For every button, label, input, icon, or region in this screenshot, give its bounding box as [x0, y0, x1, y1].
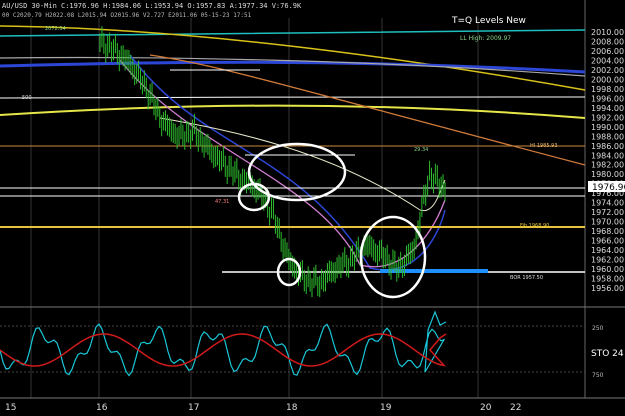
label-4731: 47.31: [215, 199, 229, 205]
price-axis-label: 2004.00: [591, 56, 624, 65]
price-axis-label: 1994.00: [591, 104, 624, 113]
header-line2: 00 C2020.79 H2022.08 L2015.94 O2015.96 V…: [2, 12, 252, 19]
x-axis-label: 20: [480, 403, 492, 413]
x-axis-label: 17: [188, 403, 199, 413]
x-axis-label: 15: [5, 403, 16, 413]
price-axis-label: 1958.00: [591, 275, 624, 284]
stock-chart: AU/USD 30-Min C:1976.96 H:1984.06 L:1953…: [0, 0, 625, 416]
label-2934: 29.34: [414, 147, 428, 153]
price-axis-label: 1964.00: [591, 246, 624, 255]
price-axis-label: 1996.00: [591, 94, 624, 103]
price-axis-label: 2008.00: [591, 37, 624, 46]
label-2072: 2072.54: [45, 26, 66, 32]
price-axis-label: 1980.00: [591, 170, 624, 179]
price-axis-label: 1984.00: [591, 151, 624, 160]
price-axis-label: 1970.00: [591, 218, 624, 227]
price-axis-label: 1974.00: [591, 199, 624, 208]
ll-high-label: LL High: 2009.97: [460, 35, 511, 42]
price-axis: 2010.002008.002006.002004.002002.002000.…: [591, 28, 624, 293]
price-axis-label: 2002.00: [591, 66, 624, 75]
price-axis-label: 1968.00: [591, 227, 624, 236]
price-axis-label: 2000.00: [591, 75, 624, 84]
price-axis-label: 2010.00: [591, 28, 624, 37]
price-axis-label: 1988.00: [591, 132, 624, 141]
label-1968: Fib 1968.90: [520, 223, 549, 229]
x-axis-label: 16: [96, 403, 108, 413]
price-axis-label: 1956.00: [591, 284, 624, 293]
header-line1: AU/USD 30-Min C:1976.96 H:1984.06 L:1953…: [2, 2, 302, 10]
x-axis-label: 22: [510, 403, 521, 413]
label-1957: BOR 1957.50: [510, 275, 543, 281]
x-axis-label: 19: [380, 403, 392, 413]
price-axis-label: 1992.00: [591, 113, 624, 122]
price-axis-label: 1966.00: [591, 237, 624, 246]
x-axis-label: 18: [286, 403, 298, 413]
price-axis-label: 1998.00: [591, 85, 624, 94]
price-axis-label: 1982.00: [591, 161, 624, 170]
price-axis-label: 1990.00: [591, 123, 624, 132]
label-1985: HI 1985.93: [530, 143, 558, 149]
stoch-label: STO 24: [591, 349, 624, 359]
stoch-250: 250: [592, 325, 604, 332]
price-axis-label: 1960.00: [591, 265, 624, 274]
label-500: 500: [22, 95, 32, 101]
price-axis-label: 1986.00: [591, 142, 624, 151]
highlight-zone: [380, 269, 488, 273]
price-axis-label: 1962.00: [591, 256, 624, 265]
chart-title: T=Q Levels New: [451, 16, 526, 26]
price-axis-label: 1972.00: [591, 208, 624, 217]
stoch-750: 750: [592, 372, 604, 379]
price-axis-label: 2006.00: [591, 47, 624, 56]
price-badge: 1976.96: [592, 183, 625, 193]
